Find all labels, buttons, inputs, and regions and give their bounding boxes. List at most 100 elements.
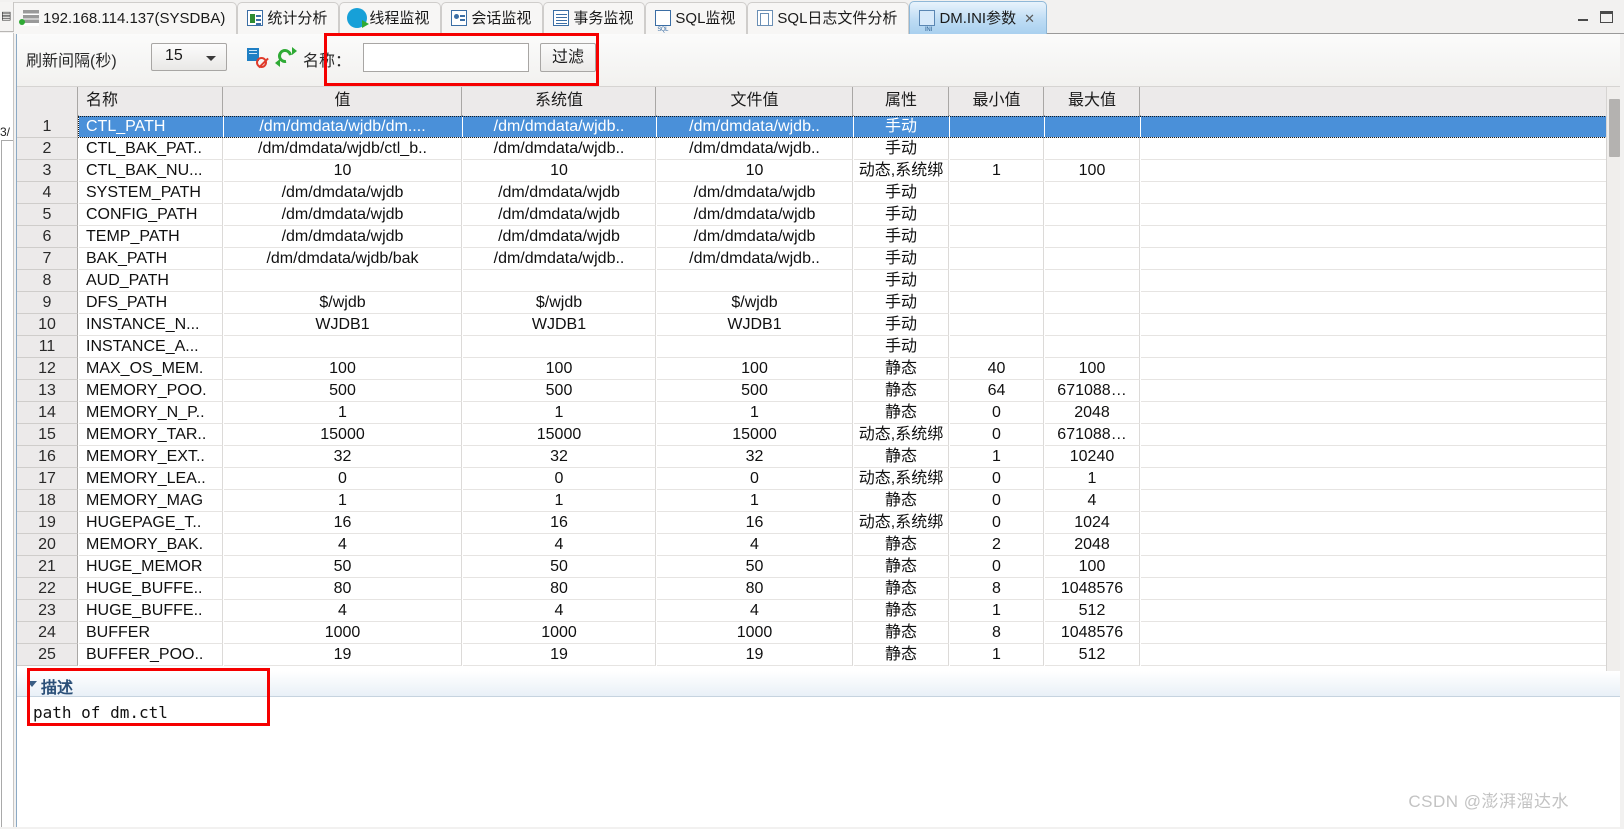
table-row[interactable]: 24 BUFFER 1000 1000 1000 静态 8 1048576 — [17, 622, 1623, 644]
cell-min[interactable]: 0 — [950, 512, 1044, 534]
cell-min[interactable]: 64 — [950, 380, 1044, 402]
cell-sysvalue[interactable]: /dm/dmdata/wjdb — [463, 204, 656, 226]
cell-max[interactable]: 671088… — [1045, 424, 1140, 446]
column-header-4[interactable]: 文件值 — [657, 87, 853, 116]
cell-tail[interactable] — [1141, 182, 1608, 204]
table-row[interactable]: 10 INSTANCE_N... WJDB1 WJDB1 WJDB1 手动 — [17, 314, 1623, 336]
cell-min[interactable] — [950, 314, 1044, 336]
cell-tail[interactable] — [1141, 424, 1608, 446]
cell-name[interactable]: CONFIG_PATH — [79, 204, 223, 226]
cell-value[interactable]: 100 — [224, 358, 462, 380]
cell-max[interactable] — [1045, 270, 1140, 292]
cell-filevalue[interactable]: 500 — [657, 380, 853, 402]
cell-max[interactable] — [1045, 248, 1140, 270]
cell-name[interactable]: MAX_OS_MEM. — [79, 358, 223, 380]
cell-name[interactable]: MEMORY_MAG — [79, 490, 223, 512]
cell-min[interactable] — [950, 116, 1044, 138]
cell-attr[interactable]: 手动 — [854, 226, 949, 248]
cell-filevalue[interactable]: /dm/dmdata/wjdb — [657, 204, 853, 226]
cell-tail[interactable] — [1141, 468, 1608, 490]
cell-max[interactable] — [1045, 182, 1140, 204]
cell-value[interactable]: 19 — [224, 644, 462, 666]
cell-min[interactable] — [950, 226, 1044, 248]
cell-attr[interactable]: 静态 — [854, 380, 949, 402]
cell-sysvalue[interactable]: $/wjdb — [463, 292, 656, 314]
cell-tail[interactable] — [1141, 270, 1608, 292]
cell-min[interactable] — [950, 336, 1044, 358]
cell-min[interactable]: 0 — [950, 468, 1044, 490]
cell-min[interactable]: 1 — [950, 644, 1044, 666]
cell-name[interactable]: DFS_PATH — [79, 292, 223, 314]
cell-filevalue[interactable]: 50 — [657, 556, 853, 578]
table-row[interactable]: 7 BAK_PATH/dm/dmdata/wjdb/bak/dm/dmdata/w… — [17, 248, 1623, 270]
table-row[interactable]: 16 MEMORY_EXT.. 32 32 32 静态 1 10240 — [17, 446, 1623, 468]
cell-filevalue[interactable]: /dm/dmdata/wjdb.. — [657, 138, 853, 160]
cell-tail[interactable] — [1141, 490, 1608, 512]
cell-attr[interactable]: 手动 — [854, 314, 949, 336]
cell-min[interactable]: 0 — [950, 490, 1044, 512]
cell-filevalue[interactable]: 15000 — [657, 424, 853, 446]
cell-filevalue[interactable]: 32 — [657, 446, 853, 468]
cell-name[interactable]: CTL_BAK_NU... — [79, 160, 223, 182]
cell-value[interactable] — [224, 270, 462, 292]
cell-name[interactable]: CTL_PATH — [79, 116, 223, 138]
column-header-5[interactable]: 属性 — [854, 87, 949, 116]
cell-filevalue[interactable]: 1 — [657, 402, 853, 424]
cell-filevalue[interactable]: 100 — [657, 358, 853, 380]
cell-attr[interactable]: 静态 — [854, 556, 949, 578]
cell-max[interactable]: 2048 — [1045, 402, 1140, 424]
cell-attr[interactable]: 手动 — [854, 292, 949, 314]
cell-tail[interactable] — [1141, 578, 1608, 600]
cell-tail[interactable] — [1141, 138, 1608, 160]
cell-max[interactable]: 671088… — [1045, 380, 1140, 402]
cell-tail[interactable] — [1141, 534, 1608, 556]
table-row[interactable]: 1 CTL_PATH/dm/dmdata/wjdb/dm..../dm/dmdat… — [17, 116, 1623, 138]
cell-sysvalue[interactable]: 1 — [463, 490, 656, 512]
cell-value[interactable]: /dm/dmdata/wjdb — [224, 226, 462, 248]
cell-tail[interactable] — [1141, 358, 1608, 380]
cell-sysvalue[interactable]: /dm/dmdata/wjdb — [463, 226, 656, 248]
cell-value[interactable]: 1 — [224, 402, 462, 424]
cell-value[interactable] — [224, 336, 462, 358]
table-row[interactable]: 15 MEMORY_TAR.. 15000 15000 15000 动态,系统绑 0 6710… — [17, 424, 1623, 446]
cell-filevalue[interactable] — [657, 336, 853, 358]
cell-max[interactable]: 100 — [1045, 358, 1140, 380]
cell-filevalue[interactable]: /dm/dmdata/wjdb.. — [657, 116, 853, 138]
cell-name[interactable]: MEMORY_N_P.. — [79, 402, 223, 424]
tab-4[interactable]: 会话监视 — [441, 2, 544, 34]
cell-min[interactable] — [950, 182, 1044, 204]
table-row[interactable]: 22 HUGE_BUFFE.. 80 80 80 静态 8 1048576 — [17, 578, 1623, 600]
refresh-icon[interactable] — [275, 46, 297, 67]
collapse-triangle-icon[interactable] — [27, 681, 37, 687]
tab-3[interactable]: 线程监视 — [339, 2, 442, 34]
cell-max[interactable] — [1045, 336, 1140, 358]
cell-name[interactable]: HUGE_BUFFE.. — [79, 600, 223, 622]
cell-sysvalue[interactable]: /dm/dmdata/wjdb.. — [463, 138, 656, 160]
column-header-8[interactable] — [1141, 87, 1608, 116]
cell-sysvalue[interactable]: /dm/dmdata/wjdb.. — [463, 248, 656, 270]
cell-value[interactable]: /dm/dmdata/wjdb/dm.... — [224, 116, 462, 138]
cell-filevalue[interactable] — [657, 270, 853, 292]
cell-tail[interactable] — [1141, 600, 1608, 622]
cell-max[interactable]: 100 — [1045, 556, 1140, 578]
tab-6[interactable]: SQL监视 — [645, 2, 748, 46]
cell-value[interactable]: 10 — [224, 160, 462, 182]
cell-filevalue[interactable]: 4 — [657, 534, 853, 556]
table-row[interactable]: 20 MEMORY_BAK. 4 4 4 静态 2 2048 — [17, 534, 1623, 556]
cell-tail[interactable] — [1141, 622, 1608, 644]
cell-filevalue[interactable]: /dm/dmdata/wjdb.. — [657, 248, 853, 270]
cell-min[interactable]: 40 — [950, 358, 1044, 380]
cell-tail[interactable] — [1141, 226, 1608, 248]
cell-tail[interactable] — [1141, 556, 1608, 578]
cell-max[interactable]: 1024 — [1045, 512, 1140, 534]
cell-value[interactable]: $/wjdb — [224, 292, 462, 314]
table-row[interactable]: 11 INSTANCE_A... 手动 — [17, 336, 1623, 358]
cell-sysvalue[interactable] — [463, 270, 656, 292]
tab-1[interactable]: 192.168.114.137(SYSDBA) — [14, 2, 238, 34]
cell-attr[interactable]: 静态 — [854, 644, 949, 666]
cell-value[interactable]: WJDB1 — [224, 314, 462, 336]
cell-name[interactable]: MEMORY_TAR.. — [79, 424, 223, 446]
cell-name[interactable]: HUGEPAGE_T.. — [79, 512, 223, 534]
table-row[interactable]: 13 MEMORY_POO. 500 500 500 静态 64 671088… — [17, 380, 1623, 402]
cell-attr[interactable]: 静态 — [854, 402, 949, 424]
